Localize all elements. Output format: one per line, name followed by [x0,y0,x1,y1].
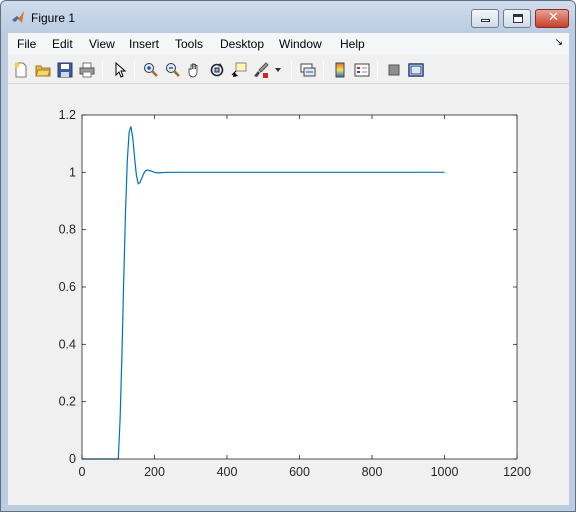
toolbar-separator [102,61,103,79]
menu-edit[interactable]: Edit [52,37,73,51]
brush-dropdown-icon[interactable] [271,60,285,80]
x-tick-label: 400 [217,465,238,479]
y-tick-label: 0.6 [59,280,76,294]
menu-window[interactable]: Window [279,37,322,51]
show-plot-tools-icon[interactable] [406,60,426,80]
y-tick-label: 0.4 [59,337,76,351]
y-tick-label: 0.8 [59,223,76,237]
close-icon: ✕ [548,10,559,25]
insert-colorbar-icon[interactable] [330,60,350,80]
menu-insert[interactable]: Insert [129,37,159,51]
menu-bar: File Edit View Insert Tools Desktop Wind… [8,33,569,55]
y-tick-label: 0 [69,452,76,466]
maximize-button[interactable] [503,9,531,28]
toolbar-separator [291,61,292,79]
figure-canvas[interactable]: 0 200 400 600 800 1000 1200 0 0.2 0.4 0.6 0.8 1 1.2 [8,85,569,505]
data-cursor-icon[interactable] [229,60,249,80]
figure-toolbar [8,56,569,84]
zoom-in-icon[interactable] [141,60,161,80]
menu-help[interactable]: Help [340,37,365,51]
close-button[interactable]: ✕ [535,9,569,28]
dock-arrow-icon[interactable]: ↘ [555,37,563,48]
figure-client-area: File Edit View Insert Tools Desktop Wind… [8,33,569,505]
menu-desktop[interactable]: Desktop [220,37,264,51]
axes-background [82,115,517,459]
title-bar[interactable]: Figure 1 ✕ [1,1,575,33]
toolbar-separator [377,61,378,79]
menu-tools[interactable]: Tools [175,37,203,51]
x-tick-label: 1000 [431,465,459,479]
open-file-icon[interactable] [33,60,53,80]
edit-plot-arrow-icon[interactable] [110,60,130,80]
x-tick-label: 200 [144,465,165,479]
brush-icon[interactable] [251,60,271,80]
x-tick-label: 1200 [503,465,531,479]
matlab-logo-icon [12,11,24,23]
rotate-3d-icon[interactable] [207,60,227,80]
toolbar-separator [134,61,135,79]
new-figure-icon[interactable] [11,60,31,80]
minimize-button[interactable] [471,9,499,28]
line-chart[interactable]: 0 200 400 600 800 1000 1200 0 0.2 0.4 0.6 0.8 1 1.2 [8,85,569,505]
window-title: Figure 1 [31,11,76,25]
x-tick-label: 600 [289,465,310,479]
pan-hand-icon[interactable] [185,60,205,80]
toolbar-separator [323,61,324,79]
maximize-icon [513,14,523,23]
print-icon[interactable] [77,60,97,80]
save-icon[interactable] [55,60,75,80]
y-tick-label: 1.2 [59,108,76,122]
minimize-icon [481,19,490,22]
menu-view[interactable]: View [89,37,115,51]
y-tick-label: 0.2 [59,395,76,409]
link-plot-icon[interactable] [298,60,318,80]
y-tick-label: 1 [69,165,76,179]
x-tick-label: 0 [79,465,86,479]
zoom-out-icon[interactable] [163,60,183,80]
insert-legend-icon[interactable] [352,60,372,80]
figure-window: Figure 1 ✕ File Edit View Insert Tools D… [0,0,576,512]
menu-file[interactable]: File [17,37,36,51]
x-tick-label: 800 [362,465,383,479]
hide-plot-tools-icon[interactable] [384,60,404,80]
